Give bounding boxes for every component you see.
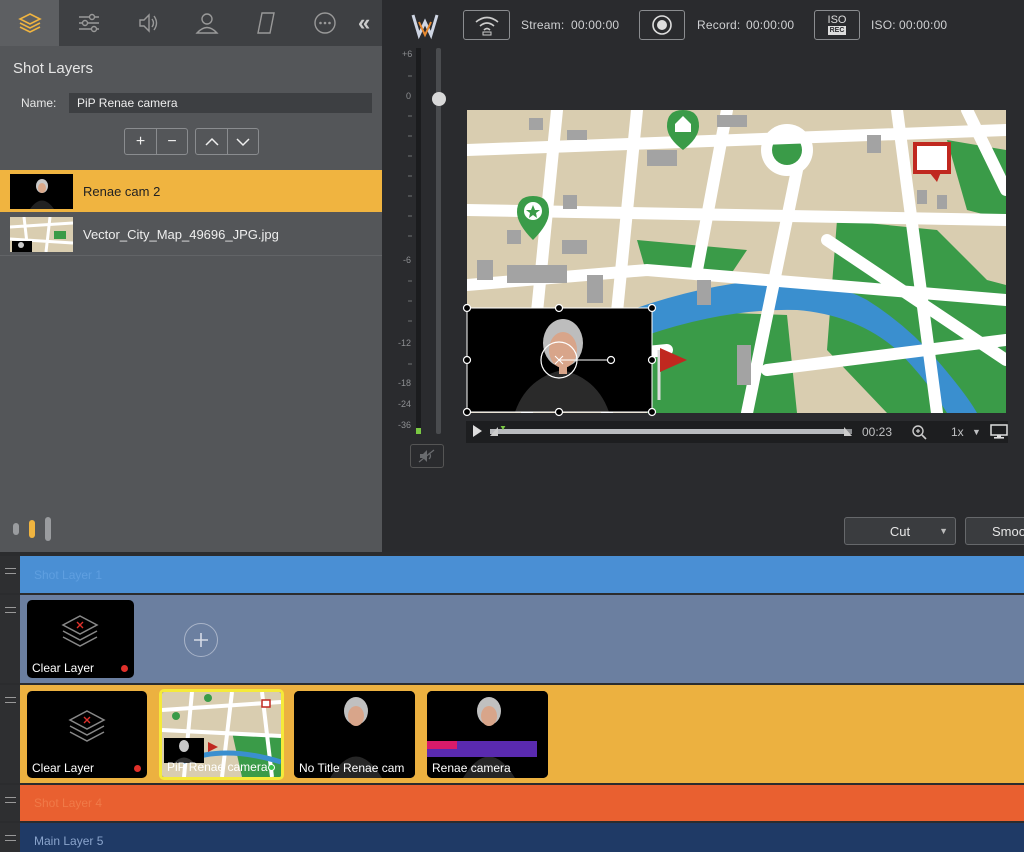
layer-thumbnail (10, 217, 73, 252)
add-remove-group: + − (124, 128, 188, 155)
chevron-down-icon (236, 137, 250, 146)
clear-layer-tile[interactable]: Clear Layer (27, 600, 134, 678)
playback-time: 00:23 (862, 425, 893, 439)
layer-band-title: Main Layer 5 (34, 834, 104, 848)
stream-button[interactable] (463, 10, 510, 40)
iso-label: ISO: (871, 18, 896, 32)
no-title-renae-cam-tile[interactable]: No Title Renae cam (294, 691, 415, 778)
move-down-button[interactable] (227, 129, 258, 154)
smooth-label: Smoo (992, 523, 1024, 539)
drag-handle[interactable] (0, 556, 20, 593)
play-button[interactable] (470, 423, 486, 441)
left-panel (0, 0, 382, 552)
chevron-up-icon (204, 137, 219, 146)
play-icon (473, 425, 482, 437)
reorder-group (195, 128, 259, 155)
sliders-tab-button[interactable] (59, 0, 118, 46)
layer-band-title: Shot Layer 4 (34, 796, 103, 810)
person-tab-button[interactable] (177, 0, 236, 46)
page-indicator[interactable] (13, 517, 53, 541)
tile-label: Clear Layer (32, 661, 95, 675)
remove-layer-button[interactable]: − (156, 129, 187, 154)
smooth-transition-button[interactable]: Smoo (965, 517, 1024, 545)
speaker-muted-icon (418, 449, 435, 463)
record-label: Record: (697, 18, 741, 32)
meter-tick: +6 (402, 49, 413, 59)
live-indicator-dot (268, 764, 275, 771)
layer-row-renae-cam[interactable]: Renae cam 2 (0, 170, 382, 212)
clear-layer-tile[interactable]: Clear Layer (27, 691, 147, 778)
app-logo-icon (411, 14, 439, 40)
drag-handle[interactable] (0, 785, 20, 821)
layer-label: Vector_City_Map_49696_JPG.jpg (83, 227, 279, 242)
iso-badge-bottom: REC (827, 26, 847, 35)
audio-tab-button[interactable] (118, 0, 177, 46)
name-input[interactable] (69, 93, 372, 113)
layer-band-shot-4[interactable]: Shot Layer 4 (20, 785, 1024, 821)
collapse-panel-button[interactable]: « (358, 10, 370, 36)
mute-button[interactable] (410, 444, 444, 468)
renae-camera-tile[interactable]: Renae camera (427, 691, 548, 778)
stream-label: Stream: (521, 18, 565, 32)
layer-band-shot-1[interactable]: Shot Layer 1 (20, 556, 1024, 593)
scrubber[interactable] (490, 426, 852, 436)
layer-thumbnail (10, 173, 73, 209)
pip-renae-camera-tile[interactable]: PiP Renae camera (159, 689, 284, 780)
drag-handle[interactable] (0, 685, 20, 783)
cut-label: Cut (889, 523, 911, 539)
sliders-icon (78, 13, 99, 33)
plus-icon (194, 633, 208, 647)
live-indicator-dot (121, 665, 128, 672)
iso-time: 00:00:00 (899, 18, 948, 32)
parallelogram-icon (256, 12, 275, 34)
layer-band-title: Shot Layer 1 (34, 568, 103, 582)
tile-label: No Title Renae cam (299, 761, 405, 775)
stream-time: 00:00:00 (571, 18, 620, 32)
meter-tick: 0 (406, 91, 412, 101)
drag-handle[interactable] (0, 823, 20, 852)
tile-label: Renae camera (432, 761, 511, 775)
playback-speed[interactable]: 1x (951, 425, 964, 439)
tile-label: PiP Renae camera (167, 760, 268, 774)
layer-label: Renae cam 2 (83, 183, 161, 199)
record-button[interactable] (639, 10, 685, 40)
meter-tick: -36 (398, 420, 412, 430)
section-title: Shot Layers (13, 60, 94, 77)
move-up-button[interactable] (196, 129, 227, 154)
drag-handle[interactable] (0, 595, 20, 683)
tile-label: Clear Layer (32, 761, 95, 775)
layer-row-city-map[interactable]: Vector_City_Map_49696_JPG.jpg (0, 214, 382, 256)
pip-transform-handles[interactable] (462, 303, 658, 418)
record-time: 00:00:00 (746, 18, 795, 32)
monitor-icon[interactable] (990, 424, 1008, 440)
record-icon (652, 15, 672, 35)
wifi-icon (474, 16, 499, 36)
person-icon (194, 13, 219, 34)
iso-record-button[interactable]: ISO REC (814, 10, 860, 40)
more-icon (313, 12, 336, 34)
zoom-icon[interactable] (911, 424, 927, 440)
add-shot-button[interactable] (184, 623, 218, 657)
meter-tick: -12 (398, 338, 412, 348)
shape-tab-button[interactable] (236, 0, 295, 46)
meter-tick: -24 (398, 399, 412, 409)
name-label: Name: (21, 96, 57, 110)
more-tab-button[interactable] (295, 0, 354, 46)
iso-badge-top: ISO (827, 14, 847, 26)
speed-dropdown-icon[interactable]: ▼ (972, 427, 981, 437)
cut-transition-select[interactable]: Cut ▼ (844, 517, 956, 545)
layer-band-main-5[interactable]: Main Layer 5 (20, 823, 1024, 852)
live-indicator-dot (134, 765, 141, 772)
add-layer-button[interactable]: + (125, 129, 156, 154)
layer-band-2: Clear Layer (20, 595, 1024, 683)
top-toolbar: « (0, 0, 382, 46)
chevron-down-icon: ▼ (939, 526, 948, 536)
meter-tick: -18 (398, 378, 412, 388)
layers-icon (17, 13, 42, 33)
layers-tab-button[interactable] (0, 0, 59, 46)
layer-band-3: Clear Layer PiP Renae camera No Title Re… (20, 685, 1024, 783)
meter-tick: -6 (403, 255, 412, 265)
audio-icon (138, 13, 157, 33)
